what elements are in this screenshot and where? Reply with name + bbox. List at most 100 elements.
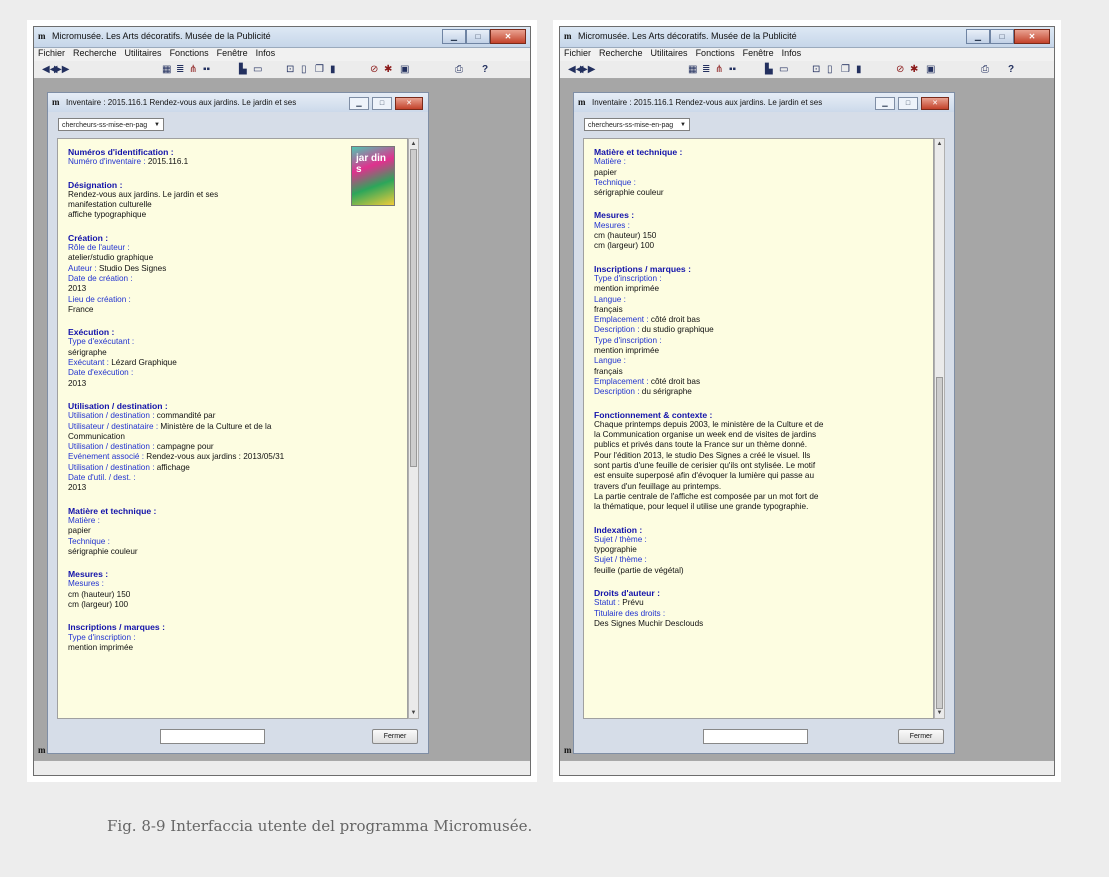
menu-infos[interactable]: Infos (256, 48, 276, 58)
field-line: Titulaire des droits : (594, 609, 923, 619)
close-button[interactable]: Fermer (372, 729, 418, 744)
help-icon[interactable]: ? (1008, 64, 1014, 76)
image-view-icon[interactable]: ▭ (779, 64, 788, 76)
tree-view-icon[interactable]: ⋔ (189, 64, 197, 76)
minimize-icon[interactable]: ▁ (966, 29, 990, 44)
file-icon[interactable]: ▮ (330, 64, 336, 76)
record-section: Matière et technique : Matière : papier Tec… (594, 147, 923, 198)
grid-view-icon[interactable]: ▦ (162, 64, 171, 76)
tiles-view-icon[interactable]: ▪▪ (729, 64, 736, 76)
scroll-down-icon[interactable]: ▼ (409, 708, 418, 718)
field-value: La partie centrale de l'affiche est comp… (594, 491, 819, 501)
new-document-icon[interactable]: ▯ (827, 64, 833, 76)
new-document-icon[interactable]: ▯ (301, 64, 307, 76)
file-icon[interactable]: ▮ (856, 64, 862, 76)
maximize-icon[interactable]: □ (466, 29, 490, 44)
network-icon[interactable]: ✱ (384, 64, 392, 76)
field-label: Date de création : (68, 273, 133, 283)
record-close-icon[interactable]: ✕ (395, 97, 423, 110)
copy-icon[interactable]: ❐ (315, 64, 324, 76)
field-line: travers d'un feuillage au printemps. (594, 482, 923, 492)
help-icon[interactable]: ? (482, 64, 488, 76)
print-icon[interactable]: ⎙ (455, 64, 463, 76)
menu-fichier[interactable]: Fichier (38, 48, 65, 58)
scroll-thumb[interactable] (936, 377, 943, 709)
export-icon[interactable]: ⊘ (370, 64, 378, 76)
app-title: Micromusée. Les Arts décoratifs. Musée d… (578, 31, 797, 41)
field-label: Langue : (594, 356, 626, 366)
network-icon[interactable]: ✱ (910, 64, 918, 76)
grid-view-icon[interactable]: ▦ (688, 64, 697, 76)
field-line: français (594, 367, 923, 377)
print-icon[interactable]: ⎙ (981, 64, 989, 76)
search-input[interactable] (703, 729, 808, 744)
field-label: Type d'inscription : (594, 335, 662, 345)
tree-view-icon[interactable]: ⋔ (715, 64, 723, 76)
export-icon[interactable]: ⊘ (896, 64, 904, 76)
record-maximize-icon[interactable]: □ (372, 97, 392, 110)
tiles-view-icon[interactable]: ▪▪ (203, 64, 210, 76)
app-title: Micromusée. Les Arts décoratifs. Musée d… (52, 31, 271, 41)
profile-select[interactable]: chercheurs-ss-mise-en-pag ▼ (58, 118, 164, 131)
field-value: publics et privés dans toute la France s… (594, 440, 807, 450)
maximize-icon[interactable]: □ (990, 29, 1014, 44)
record-window-controls: ▁ □ ✕ (346, 97, 423, 110)
field-value: français (594, 366, 623, 376)
close-icon[interactable]: ✕ (490, 29, 526, 44)
toolbar: ◀◀ ▶▶ ▦ ≣ ⋔ ▪▪ ▙ ▭ ⊡ ▯ ❐ ▮ ⊘ ✱ ▣ ⎙ ? (34, 61, 530, 79)
scroll-up-icon[interactable]: ▲ (935, 139, 944, 149)
menu-recherche[interactable]: Recherche (599, 48, 643, 58)
app-window: Micromusée. Les Arts décoratifs. Musée d… (559, 26, 1055, 776)
card-view-icon[interactable]: ▙ (765, 64, 773, 76)
menu-fenetre[interactable]: Fenêtre (217, 48, 248, 58)
menu-utilitaires[interactable]: Utilitaires (651, 48, 688, 58)
field-line: Sujet / thème : (594, 535, 923, 545)
field-line: Exécutant : Lézard Graphique (68, 358, 397, 368)
close-icon[interactable]: ✕ (1014, 29, 1050, 44)
search-input[interactable] (160, 729, 265, 744)
close-button[interactable]: Fermer (898, 729, 944, 744)
menu-fenetre[interactable]: Fenêtre (743, 48, 774, 58)
field-line: Emplacement : côté droit bas (594, 377, 923, 387)
open-icon[interactable]: ⊡ (812, 64, 820, 76)
field-value: Prévu (622, 598, 644, 608)
open-icon[interactable]: ⊡ (286, 64, 294, 76)
field-label: Mesures : (68, 579, 104, 589)
field-value: Communication (68, 431, 125, 441)
menu-fonctions[interactable]: Fonctions (170, 48, 209, 58)
record-minimize-icon[interactable]: ▁ (875, 97, 895, 110)
archive-icon[interactable]: ▣ (400, 64, 409, 76)
list-view-icon[interactable]: ≣ (702, 64, 710, 76)
menu-bar: Fichier Recherche Utilitaires Fonctions Fenê… (560, 48, 1054, 61)
field-line: sérigraphie couleur (594, 188, 923, 198)
record-minimize-icon[interactable]: ▁ (349, 97, 369, 110)
scrollbar[interactable]: ▲ ▼ (934, 138, 945, 719)
menu-recherche[interactable]: Recherche (73, 48, 117, 58)
minimize-icon[interactable]: ▁ (442, 29, 466, 44)
scroll-up-icon[interactable]: ▲ (409, 139, 418, 149)
list-view-icon[interactable]: ≣ (176, 64, 184, 76)
last-record-icon[interactable]: ▶▶ (580, 64, 595, 76)
record-maximize-icon[interactable]: □ (898, 97, 918, 110)
last-record-icon[interactable]: ▶▶ (54, 64, 69, 76)
menu-utilitaires[interactable]: Utilitaires (125, 48, 162, 58)
scroll-thumb[interactable] (410, 149, 417, 467)
profile-select[interactable]: chercheurs-ss-mise-en-pag ▼ (584, 118, 690, 131)
copy-icon[interactable]: ❐ (841, 64, 850, 76)
field-label: Date d'exécution : (68, 368, 134, 378)
field-line: est ensuite superposé afin d'évoquer la … (594, 471, 923, 481)
field-line: Mesures : (594, 221, 923, 231)
poster-thumbnail[interactable]: jar din s (351, 146, 395, 206)
archive-icon[interactable]: ▣ (926, 64, 935, 76)
field-line: Utilisateur / destinataire : Ministère d… (68, 422, 397, 432)
scrollbar[interactable]: ▲ ▼ (408, 138, 419, 719)
field-label: Utilisation / destination : (68, 462, 155, 472)
menu-fonctions[interactable]: Fonctions (696, 48, 735, 58)
record-close-icon[interactable]: ✕ (921, 97, 949, 110)
menu-infos[interactable]: Infos (782, 48, 802, 58)
menu-fichier[interactable]: Fichier (564, 48, 591, 58)
image-view-icon[interactable]: ▭ (253, 64, 262, 76)
section-heading: Fonctionnement & contexte : (594, 409, 713, 420)
card-view-icon[interactable]: ▙ (239, 64, 247, 76)
scroll-down-icon[interactable]: ▼ (935, 708, 944, 718)
